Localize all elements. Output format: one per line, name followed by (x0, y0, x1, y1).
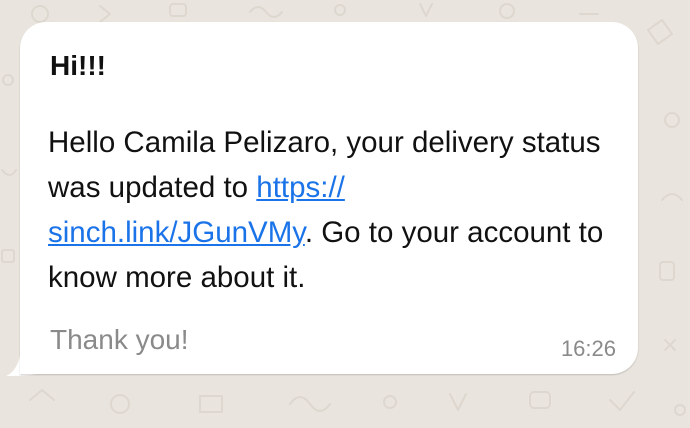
message-body: Hello Camila Pelizaro, your delivery sta… (48, 120, 628, 300)
message-bubble[interactable]: Hi!!! Hello Camila Pelizaro, your delive… (6, 22, 638, 376)
message-header: Hi!!! (50, 50, 106, 81)
message-timestamp: 16:26 (560, 336, 616, 361)
link-text-part2: sinch.link/JGunVMy (48, 216, 305, 249)
message-footer: Thank you! (50, 324, 189, 355)
link-text-part1: https:// (256, 171, 345, 204)
